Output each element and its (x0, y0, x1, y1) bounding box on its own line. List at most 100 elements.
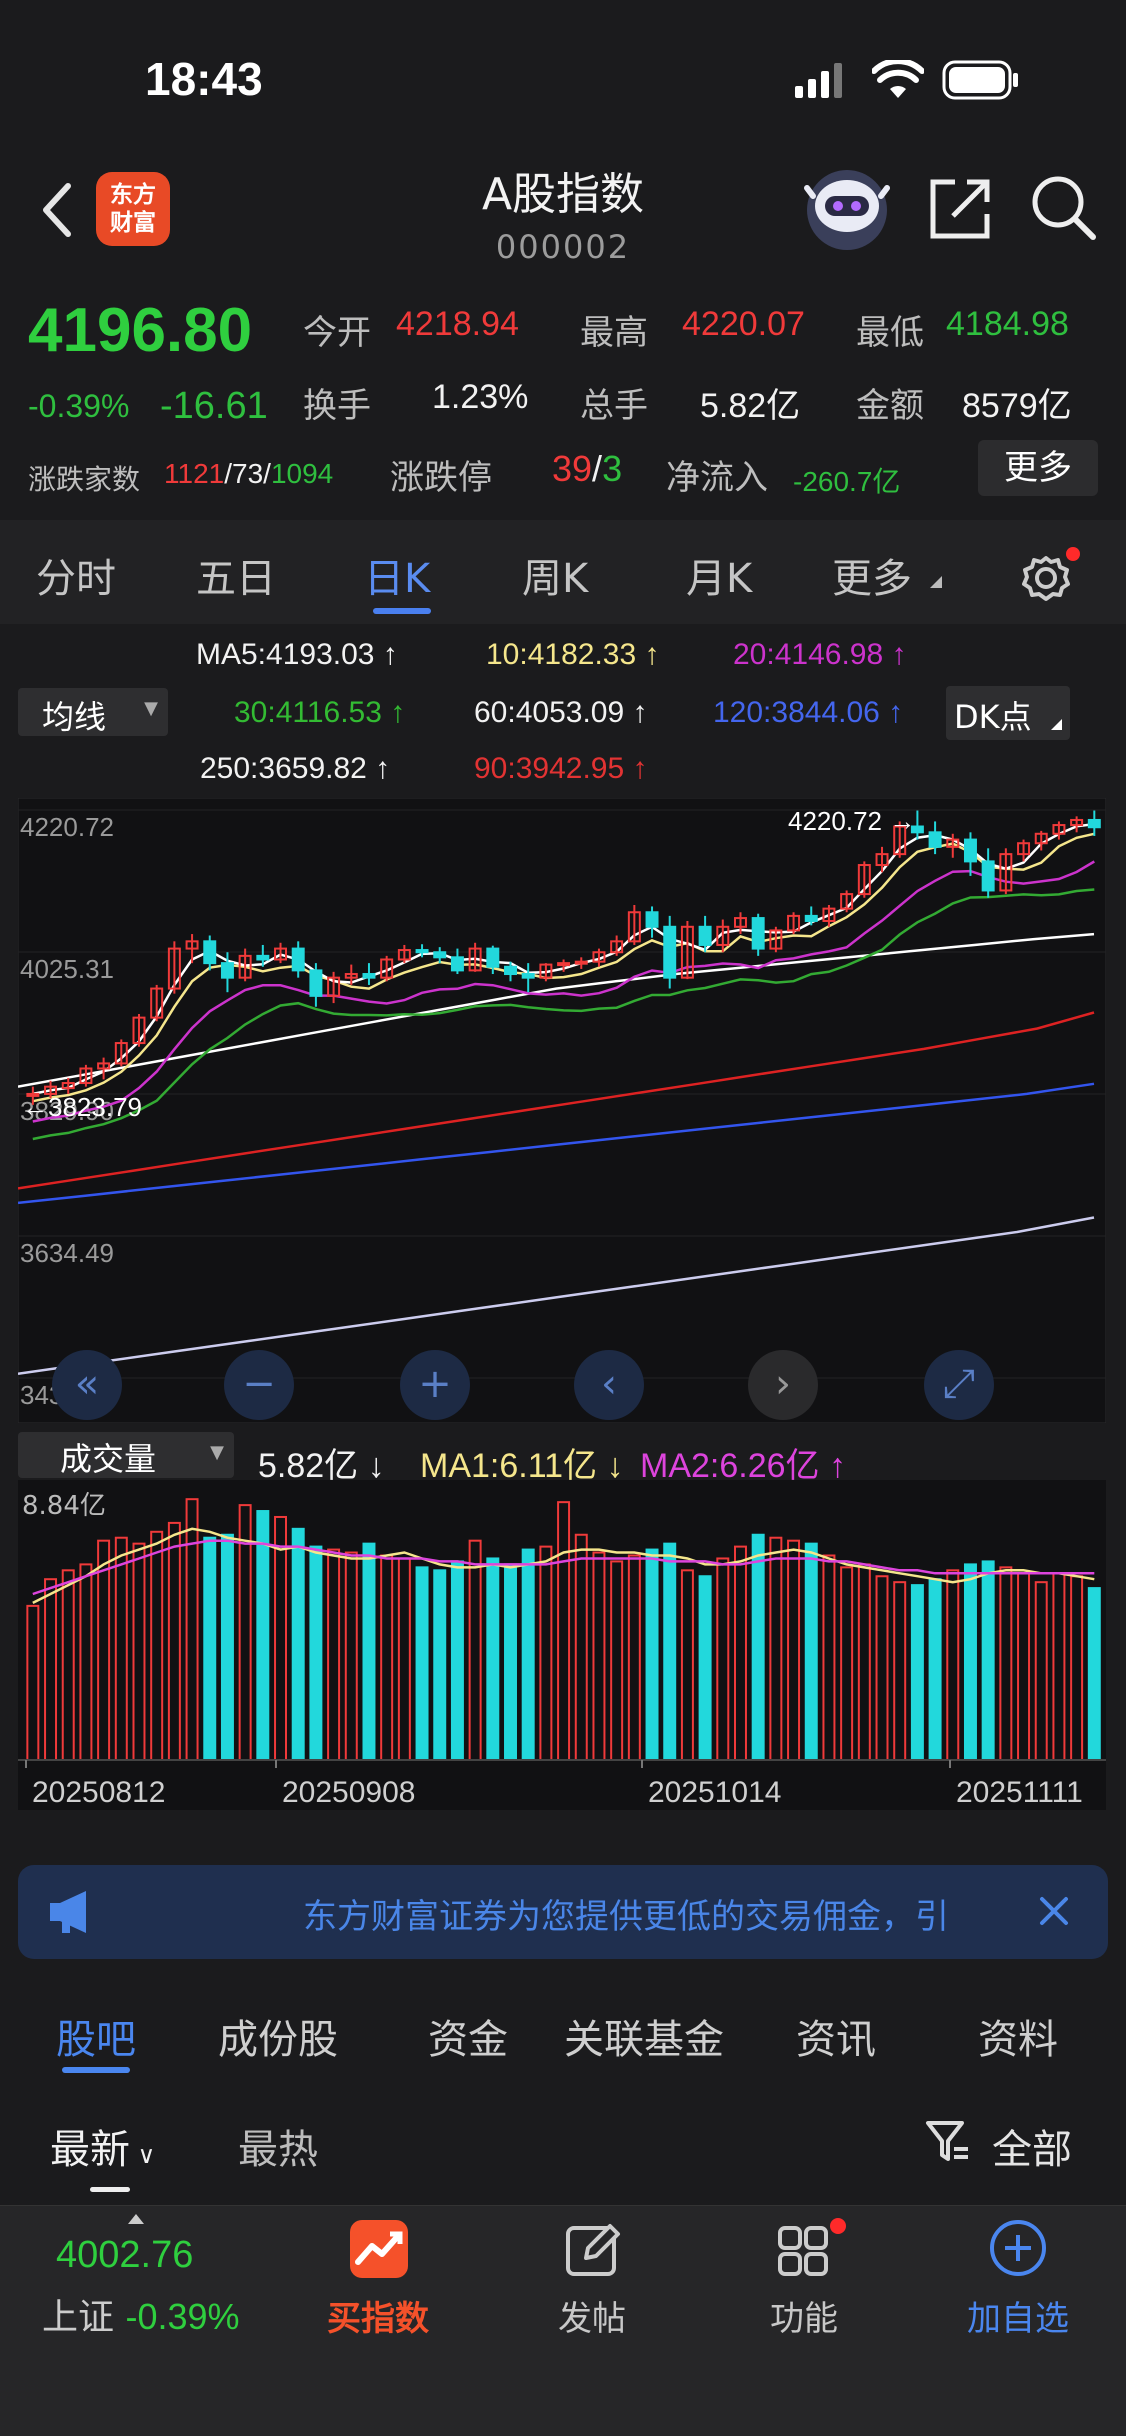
robot-assistant-icon[interactable] (803, 166, 891, 252)
turnover-label: 换手 (303, 386, 371, 426)
volume-bar (256, 1510, 270, 1761)
dk-point-label: DK点 (954, 698, 1032, 736)
volume-bar (362, 1542, 376, 1761)
turnover-value: 1.23% (432, 378, 529, 416)
close-icon[interactable] (1038, 1895, 1070, 1927)
min-price-label: ←3823.79 (22, 1092, 142, 1122)
dropdown-corner-icon (930, 576, 942, 588)
zoom-in-button[interactable]: + (400, 1350, 470, 1420)
sh-index-row[interactable]: 上证 -0.39% (42, 2288, 240, 2340)
fast-backward-button[interactable]: « (52, 1350, 122, 1420)
step-forward-button[interactable]: › (748, 1350, 818, 1420)
volume-bar (203, 1536, 217, 1761)
ma30-value: 30:4116.53 ↑ (234, 696, 406, 729)
tab-profile[interactable]: 资料 (978, 2007, 1058, 2065)
share-icon[interactable] (927, 176, 995, 242)
fullscreen-button[interactable]: ⤢ (924, 1350, 994, 1420)
status-time: 18:43 (145, 53, 263, 105)
candle-body (203, 940, 217, 965)
volume-label: 总手 (580, 386, 648, 426)
candle-body (663, 925, 677, 979)
ma250-value: 250:3659.82 ↑ (200, 752, 391, 785)
filter-icon[interactable] (924, 2117, 970, 2167)
tab-five-day[interactable]: 五日 (196, 546, 276, 604)
limit-down: 3 (602, 448, 623, 489)
status-bar: 18:43 (0, 0, 1126, 150)
battery-icon (942, 60, 1018, 100)
volume-bar (415, 1566, 429, 1762)
candle (663, 915, 677, 989)
y-tick-label: 4025.31 (20, 954, 114, 984)
expand-up-icon[interactable] (126, 2212, 146, 2226)
volume-value: 5.82亿 (700, 387, 801, 425)
promo-banner[interactable]: 东方财富证券为您提供更低的交易佣金，引 (18, 1865, 1108, 1959)
volume-bar (751, 1533, 765, 1762)
tab-timeshare[interactable]: 分时 (36, 546, 116, 604)
tab-related-funds[interactable]: 关联基金 (564, 2007, 724, 2065)
volume-bar (1087, 1587, 1101, 1761)
banner-text: 东方财富证券为您提供更低的交易佣金，引 (303, 1897, 949, 1937)
more-button[interactable]: 更多 (978, 440, 1098, 496)
indicator-selector[interactable]: 均线 ▼ (18, 688, 168, 736)
candle-body (362, 973, 376, 979)
volume-bar (433, 1569, 447, 1761)
candle-body (220, 962, 234, 979)
candle (751, 913, 765, 956)
candlestick-chart[interactable]: 4220.724025.313829.903634.493439.09 4220… (18, 798, 1106, 1423)
wifi-icon (872, 60, 924, 98)
post-label[interactable]: 发帖 (512, 2291, 672, 2340)
candle-body (521, 973, 535, 979)
step-back-button[interactable]: ‹ (574, 1350, 644, 1420)
tab-more[interactable]: 更多 (832, 546, 912, 604)
buy-index-label[interactable]: 买指数 (298, 2291, 458, 2340)
amount-label: 金额 (856, 386, 924, 426)
search-icon[interactable] (1030, 174, 1098, 242)
tab-monthly-k[interactable]: 月K (686, 546, 752, 604)
candle-body (291, 947, 305, 972)
sh-index-value[interactable]: 4002.76 (56, 2234, 193, 2277)
dk-point-button[interactable]: DK点 (946, 686, 1070, 740)
tab-news[interactable]: 资讯 (796, 2007, 876, 2065)
indicator-selector-label: 均线 (42, 698, 107, 736)
zoom-out-button[interactable]: − (224, 1350, 294, 1420)
volume-bar (928, 1578, 942, 1761)
post-edit-icon[interactable] (564, 2220, 622, 2278)
breadth-label: 涨跌家数 (28, 463, 141, 496)
tab-weekly-k[interactable]: 周K (522, 546, 588, 604)
community-tab-indicator (62, 2067, 130, 2073)
filter-all[interactable]: 全部 (992, 2117, 1072, 2175)
candle-body (751, 917, 765, 950)
tab-daily-k[interactable]: 日K (364, 546, 430, 604)
volume-bar (804, 1542, 818, 1761)
tab-guba[interactable]: 股吧 (56, 2007, 136, 2065)
candle-body (1087, 818, 1101, 829)
ma60-value: 60:4053.09 ↑ (474, 696, 648, 729)
megaphone-icon (50, 1891, 86, 1933)
volume-bar (645, 1548, 659, 1762)
buy-index-icon[interactable] (348, 2218, 410, 2280)
volume-selector[interactable]: 成交量 ▼ (18, 1432, 234, 1478)
open-label: 今开 (303, 313, 371, 353)
volume-selector-label: 成交量 (60, 1440, 157, 1478)
functions-label[interactable]: 功能 (724, 2291, 884, 2340)
functions-grid-icon[interactable] (776, 2218, 846, 2278)
volume-bar (486, 1557, 500, 1762)
add-watchlist-label[interactable]: 加自选 (938, 2291, 1098, 2340)
x-tick-label: 20251014 (648, 1776, 781, 1809)
sort-hot[interactable]: 最热 (238, 2117, 318, 2175)
volume-bar (450, 1560, 464, 1761)
add-watchlist-icon[interactable] (988, 2218, 1048, 2278)
candle-body (574, 960, 588, 965)
tab-constituents[interactable]: 成份股 (218, 2007, 338, 2065)
candle-body (415, 949, 429, 954)
volume-bar (309, 1545, 323, 1761)
volume-bar (521, 1548, 535, 1762)
breadth-down: 1094 (270, 458, 334, 489)
low-value: 4184.98 (946, 305, 1069, 343)
ma5-value: MA5:4193.03 ↑ (196, 638, 398, 671)
netflow-label: 净流入 (666, 458, 768, 498)
volume-chart[interactable]: 8.84亿 20250812 20250908 20251014 20251111 (18, 1480, 1106, 1810)
settings-gear-icon[interactable] (1018, 546, 1082, 606)
tab-capital[interactable]: 资金 (428, 2007, 508, 2065)
sort-latest[interactable]: 最新 ∨ (50, 2117, 155, 2175)
